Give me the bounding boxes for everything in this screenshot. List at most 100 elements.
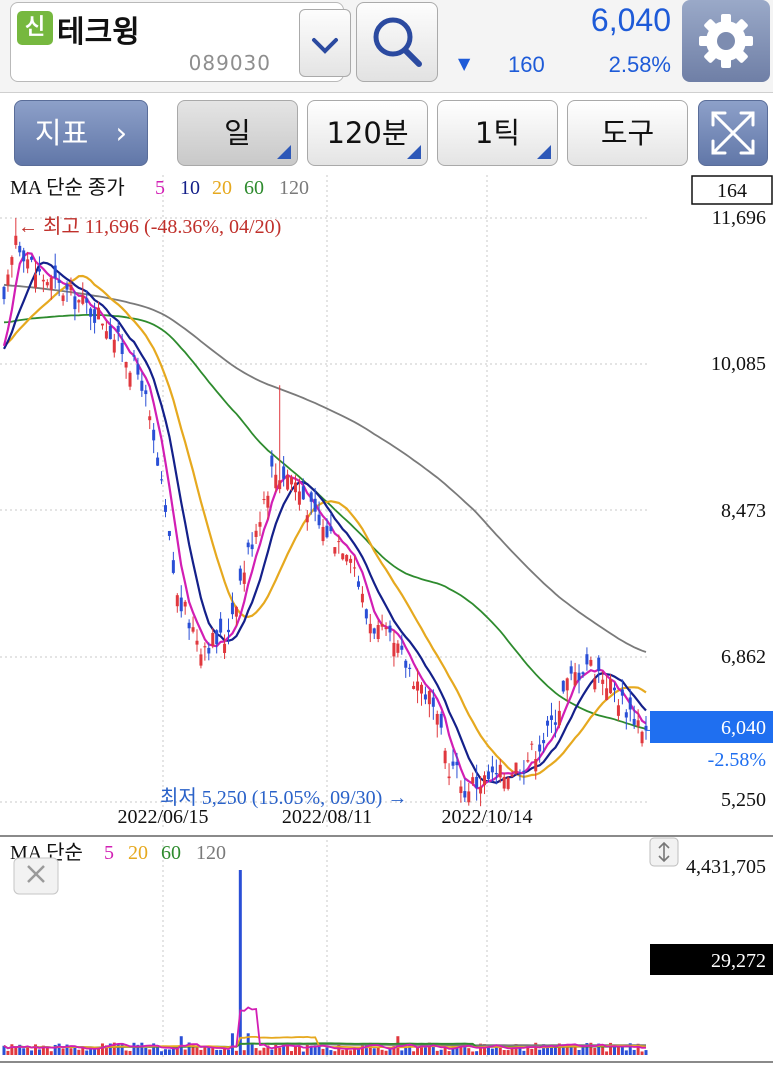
candle-body: [463, 791, 467, 798]
volume-bar: [423, 1046, 427, 1055]
legend-ma10: 10: [180, 177, 200, 199]
candle-body: [120, 342, 124, 355]
close-panel-button[interactable]: [13, 857, 59, 895]
candle-body: [530, 743, 534, 745]
y-tick-label: 10,085: [711, 353, 766, 375]
candle-body: [325, 525, 329, 538]
volume-bar: [581, 1047, 585, 1055]
legend-ma120: 120: [279, 177, 309, 199]
candle-body: [565, 678, 569, 691]
candle-body: [443, 750, 447, 764]
candle-body: [250, 544, 254, 550]
stock-chart[interactable]: MA 단순 종가 5 10 20 60 120 164 11,696 10,08…: [0, 0, 773, 1065]
volume-bar: [640, 1051, 644, 1055]
volume-bar: [321, 1048, 325, 1055]
volume-bar: [278, 1047, 282, 1055]
candle-body: [246, 542, 250, 548]
volume-bar: [372, 1048, 376, 1055]
candle-body: [290, 477, 294, 485]
candle-body: [230, 602, 234, 615]
candle-body: [187, 622, 191, 629]
volume-bar: [620, 1046, 624, 1055]
legend-ma20: 20: [212, 177, 232, 199]
volume-bar: [132, 1042, 136, 1055]
candle-body: [538, 744, 542, 752]
candle-body: [156, 457, 160, 466]
volume-bar: [577, 1049, 581, 1055]
candle-body: [18, 245, 22, 253]
candle-body: [640, 731, 644, 744]
candle-body: [542, 740, 546, 744]
candle-body: [195, 640, 199, 645]
candle-body: [534, 759, 538, 772]
candle-body: [179, 597, 183, 612]
candle-body: [333, 547, 337, 554]
volume-current-label: 29,272: [711, 950, 766, 972]
candle-body: [471, 777, 475, 784]
ma10-line: [3, 261, 647, 784]
candle-body: [490, 766, 494, 773]
volume-bar: [30, 1050, 34, 1055]
volume-bar: [14, 1047, 18, 1055]
candle-body: [494, 773, 498, 775]
volume-bar: [61, 1048, 65, 1055]
candle-body: [404, 660, 408, 668]
candle-body: [128, 372, 132, 387]
volume-bar: [250, 1043, 254, 1055]
candle-body: [609, 679, 613, 694]
candle-body: [77, 300, 81, 303]
candle-body: [557, 710, 561, 726]
volume-bar: [502, 1050, 506, 1055]
candle-body: [313, 498, 317, 512]
volume-bar: [538, 1049, 542, 1055]
candle-body: [632, 718, 636, 725]
volume-bar: [254, 1048, 258, 1055]
candle-body: [258, 522, 262, 527]
candle-body: [93, 309, 97, 323]
volume-bar: [199, 1049, 203, 1055]
candle-body: [372, 628, 376, 634]
candle-body: [337, 541, 341, 543]
candle-body: [73, 296, 77, 310]
candle-body: [439, 713, 443, 728]
candle-body: [227, 629, 231, 633]
candle-body: [132, 355, 136, 357]
candle-body: [309, 492, 313, 502]
candle-body: [100, 323, 104, 326]
candle-body: [238, 568, 242, 581]
candle-body: [479, 786, 483, 794]
volume-bar: [337, 1044, 341, 1055]
candle-body: [85, 298, 89, 303]
candle-body: [593, 678, 597, 690]
volume-bar: [475, 1051, 479, 1055]
candle-body: [616, 705, 620, 716]
volume-bar: [167, 1049, 171, 1055]
volume-bar: [349, 1050, 353, 1055]
candle-body: [644, 725, 648, 731]
panel-resize-button[interactable]: [649, 837, 679, 867]
candle-body: [57, 280, 61, 283]
volume-bar: [262, 1047, 266, 1055]
candle-body: [37, 268, 41, 272]
candle-body: [124, 361, 128, 368]
x-tick-label: 2022/06/15: [117, 806, 208, 828]
volume-bar: [412, 1051, 416, 1055]
candle-body: [171, 560, 175, 573]
volume-bar: [160, 1051, 164, 1055]
current-price-label: 6,040: [721, 717, 766, 739]
candle-body: [53, 265, 57, 278]
volume-bar: [26, 1046, 30, 1055]
candle-body: [573, 672, 577, 686]
candle-body: [140, 380, 144, 391]
volume-bar: [325, 1047, 329, 1055]
volume-bar: [612, 1046, 616, 1055]
volume-bar: [219, 1049, 223, 1055]
candle-body: [553, 722, 557, 725]
legend-ma5: 5: [155, 177, 165, 199]
candle-body: [61, 295, 65, 302]
ma20-line: [3, 274, 647, 779]
candle-body: [89, 308, 93, 317]
candle-body: [270, 455, 274, 467]
candle-body: [419, 684, 423, 694]
candle-body: [577, 672, 581, 681]
